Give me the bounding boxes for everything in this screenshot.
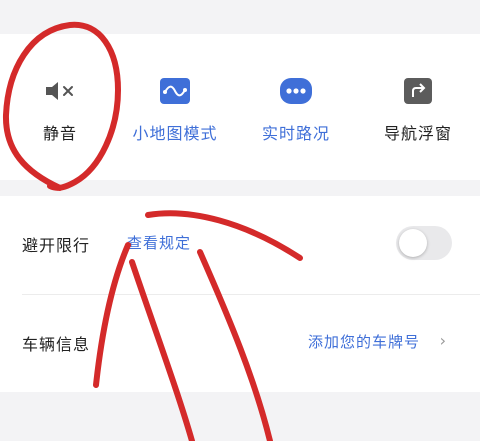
floating-window-option[interactable]: 导航浮窗 [358,34,478,180]
add-plate-link[interactable]: 添加您的车牌号 [308,331,420,352]
view-rules-link[interactable]: 查看规定 [127,232,191,253]
chevron-right-icon: › [439,331,446,350]
vehicle-info-title: 车辆信息 [22,335,91,354]
floating-window-label: 导航浮窗 [383,124,452,143]
avoid-restriction-title: 避开限行 [22,236,91,255]
live-traffic-label: 实时路况 [261,124,330,143]
floating-window-icon [401,76,435,106]
mini-map-label: 小地图模式 [132,124,218,143]
mute-label: 静音 [42,124,77,143]
vehicle-info-row[interactable]: 车辆信息 添加您的车牌号 › [0,295,480,393]
mute-speaker-icon [43,76,77,106]
avoid-restriction-toggle[interactable] [396,226,452,260]
mini-map-option[interactable]: 小地图模式 [115,34,235,180]
avoid-restriction-row: 避开限行 查看规定 [0,196,480,294]
top-separator [0,0,480,34]
navigation-toolbar: 静音 小地图模式 实时路况 导航浮窗 [0,34,480,180]
toggle-knob [399,229,427,257]
bottom-separator [0,392,480,441]
traffic-dots-icon [279,76,313,106]
live-traffic-option[interactable]: 实时路况 [236,34,356,180]
mute-option[interactable]: 静音 [0,34,120,180]
middle-separator [0,180,480,196]
mini-map-icon [158,76,192,106]
